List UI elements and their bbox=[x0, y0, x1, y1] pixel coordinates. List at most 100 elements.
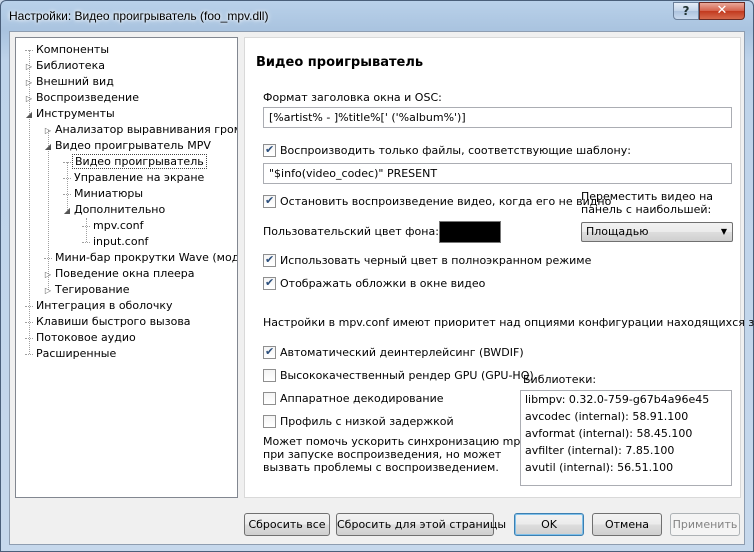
tree-item-label: Видео проигрыватель bbox=[72, 154, 207, 169]
tree-item[interactable]: Потоковое аудио bbox=[24, 330, 138, 346]
tree-item[interactable]: Мини-бар прокрутки Wave (мод) bbox=[43, 250, 238, 266]
help-button[interactable]: ? bbox=[673, 2, 699, 20]
settings-tree[interactable]: Компоненты ▷ Библиотека ▷ Внешний вид ▷ Воспро… bbox=[15, 37, 238, 498]
tree-item[interactable]: Видео проигрыватель bbox=[62, 154, 207, 170]
expand-arrow-icon[interactable]: ▷ bbox=[24, 59, 34, 75]
tree-item[interactable]: ▷ Поведение окна плеера bbox=[43, 266, 197, 282]
deinterlace-checkbox[interactable]: Автоматический деинтерлейсинг (BWDIF) bbox=[263, 345, 524, 360]
show-covers-label: Отображать обложки в окне видео bbox=[280, 277, 486, 290]
collapse-arrow-icon[interactable]: ◢ bbox=[62, 203, 72, 219]
move-video-select[interactable]: Площадью ▼ bbox=[581, 222, 733, 242]
black-fullscreen-checkbox[interactable]: Использовать черный цвет в полноэкранном… bbox=[263, 253, 592, 268]
tree-item-label: Мини-бар прокрутки Wave (мод) bbox=[55, 251, 238, 264]
tree-item-label: Внешний вид bbox=[36, 75, 114, 88]
move-video-label-line2: панель с наибольшей: bbox=[581, 203, 712, 216]
tree-item[interactable]: ▷Анализатор выравнивания громкости bbox=[43, 122, 237, 139]
tree-item-label: Расширенные bbox=[36, 347, 117, 360]
reset-all-button[interactable]: Сбросить все bbox=[244, 513, 330, 536]
tree-item-label: Библиотека bbox=[36, 59, 105, 72]
expand-arrow-icon[interactable]: ▷ bbox=[43, 283, 53, 299]
title-bar[interactable]: Настройки: Видео проигрыватель (foo_mpv.… bbox=[1, 1, 753, 31]
tree-item-label: Потоковое аудио bbox=[36, 331, 136, 344]
expand-arrow-icon[interactable]: ▷ bbox=[24, 91, 34, 107]
reset-page-button[interactable]: Сбросить для этой страницы bbox=[336, 513, 506, 536]
checkbox-box bbox=[263, 345, 276, 359]
tree-item[interactable]: Интеграция в оболочку bbox=[24, 298, 175, 314]
tree-item-label: Управление на экране bbox=[74, 171, 205, 184]
expand-arrow-icon[interactable]: ▷ bbox=[43, 123, 53, 139]
tree-item-label: Дополнительно bbox=[74, 203, 166, 216]
tree-item[interactable]: input.conf bbox=[81, 234, 150, 250]
checkbox-box bbox=[263, 276, 276, 290]
low-latency-label: Профиль с низкой задержкой bbox=[280, 415, 454, 428]
tree-item[interactable]: ▷ Воспроизведение bbox=[24, 90, 141, 106]
bg-color-label: Пользовательский цвет фона: bbox=[263, 225, 439, 238]
black-fullscreen-label: Использовать черный цвет в полноэкранном… bbox=[280, 254, 592, 267]
checkbox-box bbox=[263, 369, 276, 382]
tree-item[interactable]: ◢ Видео проигрыватель MPV bbox=[43, 138, 213, 154]
title-format-input[interactable]: [%artist% - ]%title%[' ('%album%')] bbox=[263, 107, 732, 128]
tree-item[interactable]: Клавиши быстрого вызова bbox=[24, 314, 193, 330]
only-files-label: Воспроизводить только файлы, соответству… bbox=[280, 144, 631, 157]
tree-item[interactable]: Миниатюры bbox=[62, 186, 145, 202]
stop-when-hidden-checkbox[interactable]: Остановить воспроизведение видео, когда … bbox=[263, 194, 611, 209]
tree-item[interactable]: Компоненты bbox=[24, 42, 111, 58]
checkbox-box bbox=[263, 392, 276, 405]
dropdown-arrow-icon: ▼ bbox=[720, 227, 727, 236]
tree-item-label: Воспроизведение bbox=[36, 91, 139, 104]
list-item: avformat (internal): 58.45.100 bbox=[525, 427, 693, 440]
hwdec-label: Аппаратное декодирование bbox=[280, 392, 444, 405]
show-covers-checkbox[interactable]: Отображать обложки в окне видео bbox=[263, 276, 486, 291]
list-item: avfilter (internal): 7.85.100 bbox=[525, 444, 675, 457]
libraries-list[interactable]: libmpv: 0.32.0-759-g67b4a96e45 avcodec (… bbox=[520, 390, 732, 486]
close-button[interactable]: ✕ bbox=[699, 2, 745, 20]
window-title: Настройки: Видео проигрыватель (foo_mpv.… bbox=[9, 9, 269, 23]
tree-item[interactable]: Управление на экране bbox=[62, 170, 206, 186]
video-player-settings-panel: Видео проигрыватель Формат заголовка окн… bbox=[244, 37, 754, 498]
cancel-button[interactable]: Отмена bbox=[592, 513, 662, 536]
tree-item[interactable]: ▷ Внешний вид bbox=[24, 74, 116, 90]
hwdec-checkbox[interactable]: Аппаратное декодирование bbox=[263, 392, 444, 406]
checkbox-box bbox=[263, 143, 276, 157]
tree-item[interactable]: mpv.conf bbox=[81, 218, 145, 234]
tree-item-label: Инструменты bbox=[36, 107, 115, 120]
tree-item-label: Поведение окна плеера bbox=[55, 267, 195, 280]
tree-item-label: input.conf bbox=[93, 235, 149, 248]
ok-button[interactable]: OK bbox=[514, 513, 584, 536]
tree-item[interactable]: ◢ Инструменты bbox=[24, 106, 117, 122]
dialog-client-area: Компоненты ▷ Библиотека ▷ Внешний вид ▷ Воспро… bbox=[9, 31, 754, 545]
gpu-hq-checkbox[interactable]: Высококачественный рендер GPU (GPU-HQ) bbox=[263, 369, 534, 383]
expand-arrow-icon[interactable]: ▷ bbox=[43, 267, 53, 283]
pattern-input[interactable]: "$info(video_codec)" PRESENT bbox=[263, 163, 732, 184]
apply-button[interactable]: Применить bbox=[670, 513, 740, 536]
tree-item-label: Компоненты bbox=[36, 43, 110, 56]
move-video-label-line1: Переместить видео на bbox=[581, 190, 714, 203]
low-latency-note-line3: вызвать проблемы с воспроизведением. bbox=[263, 461, 499, 474]
tree-item[interactable]: ▷ Тегирование bbox=[43, 282, 131, 298]
collapse-arrow-icon[interactable]: ◢ bbox=[43, 139, 53, 155]
low-latency-note-line1: Может помочь ускорить синхронизацию mpv bbox=[263, 435, 527, 448]
deinterlace-label: Автоматический деинтерлейсинг (BWDIF) bbox=[280, 346, 524, 359]
tree-item[interactable]: Расширенные bbox=[24, 346, 118, 362]
only-files-checkbox[interactable]: Воспроизводить только файлы, соответству… bbox=[263, 143, 631, 158]
tree-item-label: Клавиши быстрого вызова bbox=[36, 315, 191, 328]
tree-item-label: Тегирование bbox=[55, 283, 130, 296]
tree-item-label: Интеграция в оболочку bbox=[36, 299, 173, 312]
tree-item-label: mpv.conf bbox=[93, 219, 144, 232]
list-item: avutil (internal): 56.51.100 bbox=[525, 461, 674, 474]
title-format-label: Формат заголовка окна и OSC: bbox=[263, 91, 442, 104]
preferences-window: Настройки: Видео проигрыватель (foo_mpv.… bbox=[0, 0, 754, 552]
libraries-label: Библиотеки: bbox=[523, 373, 597, 386]
expand-arrow-icon[interactable]: ▷ bbox=[24, 75, 34, 91]
list-item: avcodec (internal): 58.91.100 bbox=[525, 410, 689, 423]
tree-item[interactable]: ◢ Дополнительно bbox=[62, 202, 167, 218]
tree-item-label: Видео проигрыватель MPV bbox=[55, 139, 211, 152]
low-latency-note-line2: при запуске воспроизведения, но может bbox=[263, 448, 502, 461]
list-item: libmpv: 0.32.0-759-g67b4a96e45 bbox=[525, 393, 710, 406]
tree-item-label: Анализатор выравнивания громкости bbox=[55, 123, 237, 136]
bg-color-swatch[interactable] bbox=[439, 221, 501, 243]
low-latency-checkbox[interactable]: Профиль с низкой задержкой bbox=[263, 415, 454, 429]
tree-item[interactable]: ▷ Библиотека bbox=[24, 58, 107, 74]
tree-item-label: Миниатюры bbox=[74, 187, 144, 200]
collapse-arrow-icon[interactable]: ◢ bbox=[24, 107, 34, 123]
